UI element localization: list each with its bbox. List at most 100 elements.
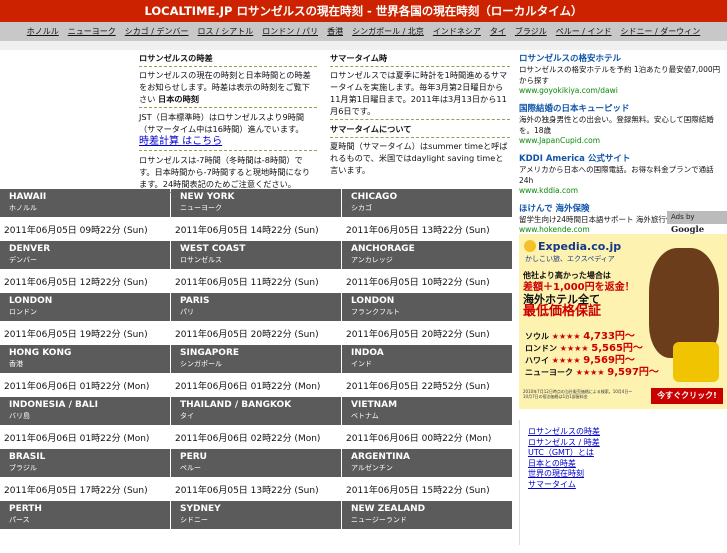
nav-link[interactable]: ペルー / インド <box>556 26 612 37</box>
city-clock: ANCHORAGE アンカレッジ 2011年06月05日 10時22分 (Sun) <box>342 241 512 293</box>
city-name: INDOA <box>351 348 384 358</box>
nav-divider <box>0 41 727 50</box>
nav-link[interactable]: タイ <box>490 26 506 37</box>
ad-description: アメリカから日本への国際電話。お得な料金プランで通話24h <box>519 165 714 185</box>
related-link[interactable]: ロサンゼルスの時差 <box>528 427 727 438</box>
nav-link[interactable]: インドネシア <box>433 26 481 37</box>
ads-by-label: Ads by <box>671 213 695 221</box>
city-header: INDOA インド <box>342 345 512 373</box>
ad-title[interactable]: 国際結婚の日本キューピッド <box>519 102 727 114</box>
time-calc-link[interactable]: 時差計算 はこちら <box>139 136 222 147</box>
expedia-banner[interactable]: Expedia.co.jp かしこい旅、エクスペディア 他社より高かった場合は … <box>519 234 727 409</box>
banner-line-1: 他社より高かった場合は <box>523 271 611 280</box>
banner-copy: 他社より高かった場合は 差額＋1,000円を返金！ 海外ホテル全て 最低価格保証 <box>523 270 653 318</box>
city-name: HAWAII <box>9 192 47 202</box>
city-name: LONDON <box>9 296 53 306</box>
city-header: HAWAII ホノルル <box>0 189 170 217</box>
globe-icon <box>524 240 536 252</box>
city-header: THAILAND / BANGKOK タイ <box>171 397 341 425</box>
click-now-button[interactable]: 今すぐクリック! <box>651 388 723 404</box>
city-name-jp: ニューヨーク <box>180 204 222 212</box>
price-value: 5,565円〜 <box>591 343 643 354</box>
nav-link[interactable]: シンガポール / 北京 <box>352 26 424 37</box>
nav-link[interactable]: ブラジル <box>515 26 547 37</box>
banner-line-4: 最低価格保証 <box>523 304 602 319</box>
nav-link[interactable]: ホノルル <box>27 26 59 37</box>
city-time: 2011年06月05日 19時22分 (Sun) <box>4 330 148 340</box>
price-city: ハワイ <box>525 356 549 365</box>
city-name-jp: インド <box>351 360 372 368</box>
city-header: CHICAGO シカゴ <box>342 189 512 217</box>
city-time: 2011年06月05日 20時22分 (Sun) <box>346 330 490 340</box>
nav-link[interactable]: 香港 <box>327 26 343 37</box>
price-city: ニューヨーク <box>525 368 573 377</box>
city-clock: NEW ZEALAND ニュージーランド <box>342 501 512 553</box>
ad-unit[interactable]: KDDI America 公式サイト アメリカから日本への国際電話。お得な料金プラ… <box>519 152 727 195</box>
city-name-jp: バリ島 <box>9 412 30 420</box>
price-row: ソウル ★★★★ 4,733円〜 <box>525 331 659 343</box>
city-header: VIETNAM ベトナム <box>342 397 512 425</box>
city-time <box>171 529 341 553</box>
related-link[interactable]: 世界の現在時刻 <box>528 469 727 480</box>
city-clock: LONDON フランクフルト 2011年06月05日 20時22分 (Sun) <box>342 293 512 345</box>
ad-url[interactable]: www.JapanCupid.com <box>519 136 727 145</box>
intro-text-bold: 日本の時刻 <box>158 94 199 104</box>
ad-title[interactable]: KDDI America 公式サイト <box>519 152 727 164</box>
city-name-jp: ベトナム <box>351 412 379 420</box>
city-name: HONG KONG <box>9 348 72 358</box>
city-clock: HONG KONG 香港 2011年06月06日 01時22分 (Mon) <box>0 345 170 397</box>
city-time: 2011年06月05日 12時22分 (Sun) <box>4 278 148 288</box>
city-time: 2011年06月06日 01時22分 (Mon) <box>4 382 150 392</box>
nav-link[interactable]: ニューヨーク <box>68 26 116 37</box>
city-time <box>0 529 170 553</box>
nav-link[interactable]: シドニー / ダーウィン <box>620 26 700 37</box>
city-name-jp: ニュージーランド <box>351 516 407 524</box>
related-link[interactable]: UTC（GMT）とは <box>528 448 727 459</box>
city-name: ANCHORAGE <box>351 244 415 254</box>
city-name: LONDON <box>351 296 395 306</box>
intro-text-offset: ロサンゼルスは-7時間（冬時間は-8時間）です。日本時間から-7時間すると現地時… <box>139 154 317 193</box>
ad-title[interactable]: ロサンゼルスの格安ホテル <box>519 52 727 64</box>
city-time: 2011年06月06日 00時22分 (Mon) <box>346 434 492 444</box>
nav-link[interactable]: シカゴ / デンバー <box>125 26 189 37</box>
nav-link[interactable]: ロス / シアトル <box>198 26 254 37</box>
city-name-jp: 香港 <box>9 360 23 368</box>
ad-url[interactable]: www.kddia.com <box>519 186 727 195</box>
summertime-text: ロサンゼルスでは夏季に時計を1時間進めるサマータイムを実施します。毎年3月第2日… <box>330 69 510 120</box>
related-link[interactable]: 日本との時差 <box>528 459 727 470</box>
ad-unit[interactable]: 国際結婚の日本キューピッド 海外の独身男性との出会い。登録無料。安心して国際結婚を… <box>519 102 727 145</box>
city-time: 2011年06月05日 13時22分 (Sun) <box>346 226 490 236</box>
city-clock: PERTH パース <box>0 501 170 553</box>
summertime-text-2: 夏時間（サマータイム）はsummer timeと呼ばれるもので、米国ではdayl… <box>330 141 508 175</box>
city-name: INDONESIA / BALI <box>9 400 98 410</box>
city-clock: ARGENTINA アルゼンチン 2011年06月05日 15時22分 (Sun) <box>342 449 512 501</box>
city-name: THAILAND / BANGKOK <box>180 400 292 410</box>
summertime-subheading: サマータイムについて <box>330 123 510 138</box>
city-clock: INDONESIA / BALI バリ島 2011年06月06日 01時22分 (M… <box>0 397 170 449</box>
city-name-jp: ホノルル <box>9 204 37 212</box>
city-name-jp: アンカレッジ <box>351 256 393 264</box>
city-header: WEST COAST ロサンゼルス <box>171 241 341 269</box>
city-name-jp: シドニー <box>180 516 208 524</box>
related-link[interactable]: サマータイム <box>528 480 727 491</box>
related-link[interactable]: ロサンゼルス / 時差 <box>528 438 727 449</box>
star-rating: ★★★★ <box>551 356 581 365</box>
price-city: ロンドン <box>525 344 557 353</box>
ad-description: ロサンゼルスの格安ホテルを予約 1泊あたり最安値7,000円から探す <box>519 65 721 85</box>
city-header: LONDON ロンドン <box>0 293 170 321</box>
ads-by-google[interactable]: Ads by Google <box>667 211 727 235</box>
ad-unit[interactable]: ロサンゼルスの格安ホテル ロサンゼルスの格安ホテルを予約 1泊あたり最安値7,00… <box>519 52 727 95</box>
ad-url[interactable]: www.goyokikiya.com/dawi <box>519 86 727 95</box>
nav-link[interactable]: ロンドン / パリ <box>262 26 318 37</box>
city-name: CHICAGO <box>351 192 398 202</box>
city-clock: SYDNEY シドニー <box>171 501 341 553</box>
city-clock: PARIS パリ 2011年06月05日 20時22分 (Sun) <box>171 293 341 345</box>
city-time: 2011年06月05日 10時22分 (Sun) <box>346 278 490 288</box>
city-clock: HAWAII ホノルル 2011年06月05日 09時22分 (Sun) <box>0 189 170 241</box>
expedia-tagline: かしこい旅、エクスペディア <box>525 255 615 263</box>
city-clock: BRASIL ブラジル 2011年06月05日 17時22分 (Sun) <box>0 449 170 501</box>
city-row: HAWAII ホノルル 2011年06月05日 09時22分 (Sun) NEW YO… <box>0 189 512 241</box>
city-name: SINGAPORE <box>180 348 240 358</box>
city-name: PERTH <box>9 504 42 514</box>
city-time: 2011年06月05日 11時22分 (Sun) <box>175 278 319 288</box>
